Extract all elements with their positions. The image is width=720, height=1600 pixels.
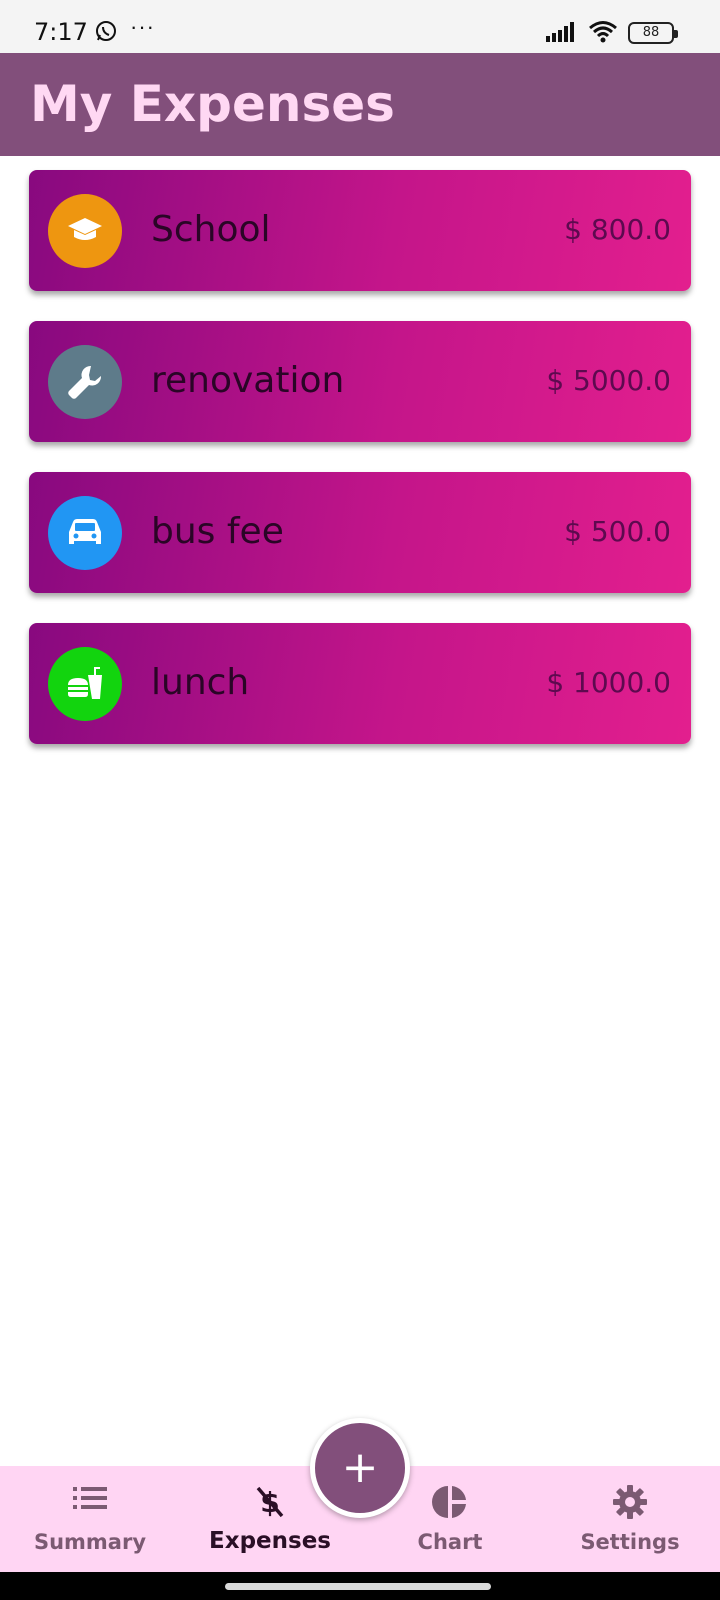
expense-card-lunch[interactable]: lunch $ 1000.0 (29, 623, 691, 744)
expense-card-bus-fee[interactable]: bus fee $ 500.0 (29, 472, 691, 593)
expense-name: School (151, 209, 271, 250)
system-navigation-bar (0, 1572, 720, 1600)
expense-name: renovation (151, 360, 345, 401)
money-off-icon: $ (255, 1484, 285, 1523)
page-title: My Expenses (30, 75, 395, 133)
car-icon (48, 496, 122, 570)
list-icon (73, 1484, 107, 1517)
gear-icon (612, 1484, 648, 1525)
signal-icon (546, 22, 578, 47)
expense-card-school[interactable]: School $ 800.0 (29, 170, 691, 291)
status-bar: 7:17 ··· 88 (0, 0, 720, 53)
nav-item-settings[interactable]: Settings (550, 1466, 710, 1572)
more-notifications-icon: ··· (130, 14, 155, 39)
expense-card-renovation[interactable]: renovation $ 5000.0 (29, 321, 691, 442)
whatsapp-icon (95, 20, 117, 47)
plus-icon: + (341, 1442, 379, 1493)
expense-name: bus fee (151, 511, 284, 552)
battery-icon: 88 (628, 22, 678, 44)
home-gesture-handle[interactable] (225, 1583, 491, 1590)
expense-amount: $ 5000.0 (546, 364, 671, 397)
expense-amount: $ 1000.0 (546, 666, 671, 699)
nav-label: Expenses (209, 1528, 331, 1554)
wifi-icon (588, 20, 618, 49)
nav-label: Chart (417, 1530, 483, 1554)
nav-label: Settings (580, 1530, 680, 1554)
nav-item-summary[interactable]: Summary (10, 1466, 170, 1572)
add-expense-button[interactable]: + (310, 1418, 410, 1518)
nav-label: Summary (33, 1530, 147, 1554)
expense-amount: $ 500.0 (564, 515, 671, 548)
wrench-icon (48, 345, 122, 419)
battery-level: 88 (642, 25, 660, 40)
expense-amount: $ 800.0 (564, 213, 671, 246)
status-time: 7:17 (34, 18, 88, 46)
pie-chart-icon (432, 1484, 468, 1525)
app-bar: My Expenses (0, 53, 720, 156)
graduation-cap-icon (48, 194, 122, 268)
expense-name: lunch (151, 662, 250, 703)
fastfood-icon (48, 647, 122, 721)
